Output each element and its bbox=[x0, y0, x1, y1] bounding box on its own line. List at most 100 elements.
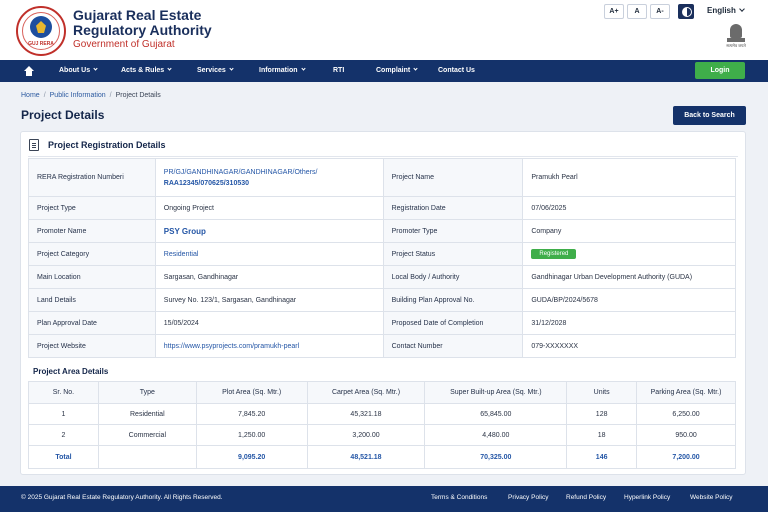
plan-approval-no-value: GUDA/BP/2024/5678 bbox=[522, 288, 736, 312]
table-row: Main Location Sargasan, Gandhinagar Loca… bbox=[28, 265, 736, 289]
total-plot-area: 9,095.20 bbox=[195, 445, 308, 469]
promoter-name-label: Promoter Name bbox=[28, 219, 156, 243]
font-increase-button[interactable]: A+ bbox=[604, 4, 624, 19]
rera-number-line1[interactable]: PR/GJ/GANDHINAGAR/GANDHINAGAR/Others/ bbox=[164, 169, 375, 176]
table-header-row: Sr. No. Type Plot Area (Sq. Mtr.) Carpet… bbox=[28, 381, 736, 404]
table-cell: 1,250.00 bbox=[195, 424, 308, 446]
nav-information[interactable]: Information bbox=[259, 60, 306, 82]
language-selector[interactable]: English bbox=[707, 6, 745, 15]
promoter-type-value: Company bbox=[522, 219, 736, 243]
breadcrumb-home[interactable]: Home bbox=[21, 92, 40, 99]
document-icon bbox=[29, 139, 39, 151]
project-type-value: Ongoing Project bbox=[154, 196, 384, 220]
back-to-search-button[interactable]: Back to Search bbox=[673, 106, 746, 125]
site-title-line1: Gujarat Real Estate bbox=[73, 7, 202, 23]
nav-acts-rules[interactable]: Acts & Rules bbox=[121, 60, 172, 82]
chevron-down-icon bbox=[93, 66, 98, 71]
table-row: Project Category Residential Project Sta… bbox=[28, 242, 736, 266]
project-website-value: https://www.psyprojects.com/pramukh-pear… bbox=[154, 334, 384, 358]
project-name-label: Project Name bbox=[382, 158, 524, 197]
login-button[interactable]: Login bbox=[695, 62, 745, 79]
table-cell: 7,845.20 bbox=[195, 403, 308, 425]
column-header: Super Built-up Area (Sq. Mtr.) bbox=[424, 381, 568, 404]
column-header: Parking Area (Sq. Mtr.) bbox=[636, 381, 736, 404]
promoter-name-value: PSY Group bbox=[154, 219, 384, 243]
logo-text: GUJ RERA bbox=[28, 41, 54, 47]
contrast-toggle-icon[interactable] bbox=[678, 4, 694, 19]
chevron-down-icon bbox=[413, 66, 418, 71]
table-cell: 45,321.18 bbox=[306, 403, 426, 425]
breadcrumb: Home / Public Information / Project Details bbox=[21, 92, 161, 99]
site-title-line2: Regulatory Authority bbox=[73, 22, 212, 38]
main-location-label: Main Location bbox=[28, 265, 156, 289]
nav-about-us[interactable]: About Us bbox=[59, 60, 98, 82]
registration-date-value: 07/06/2025 bbox=[522, 196, 736, 220]
nav-complaint[interactable]: Complaint bbox=[376, 60, 418, 82]
footer-link-terms[interactable]: Terms & Conditions bbox=[431, 494, 487, 501]
table-cell bbox=[97, 445, 197, 469]
project-name-value: Pramukh Pearl bbox=[522, 158, 736, 197]
breadcrumb-public-information[interactable]: Public Information bbox=[50, 92, 106, 99]
site-subtitle: Government of Gujarat bbox=[73, 39, 175, 50]
completion-date-label: Proposed Date of Completion bbox=[382, 311, 524, 335]
promoter-type-label: Promoter Type bbox=[382, 219, 524, 243]
project-website-link[interactable]: https://www.psyprojects.com/pramukh-pear… bbox=[164, 343, 299, 350]
column-header: Carpet Area (Sq. Mtr.) bbox=[306, 381, 426, 404]
nav-contact-us[interactable]: Contact Us bbox=[438, 60, 475, 82]
registration-date-label: Registration Date bbox=[382, 196, 524, 220]
project-status-label: Project Status bbox=[382, 242, 524, 266]
footer-link-privacy[interactable]: Privacy Policy bbox=[508, 494, 548, 501]
main-location-value: Sargasan, Gandhinagar bbox=[154, 265, 384, 289]
breadcrumb-current: Project Details bbox=[115, 92, 161, 99]
table-cell: Residential bbox=[97, 403, 197, 425]
local-body-value: Gandhinagar Urban Development Authority … bbox=[522, 265, 736, 289]
breadcrumb-separator: / bbox=[109, 92, 112, 99]
area-section-title: Project Area Details bbox=[33, 367, 109, 376]
total-row: Total 9,095.20 48,521.18 70,325.00 146 7… bbox=[28, 445, 736, 469]
project-category-label: Project Category bbox=[28, 242, 156, 266]
nav-label: Contact Us bbox=[438, 67, 475, 74]
table-row: Plan Approval Date 15/05/2024 Proposed D… bbox=[28, 311, 736, 335]
site-footer: © 2025 Gujarat Real Estate Regulatory Au… bbox=[0, 486, 768, 512]
chevron-down-icon bbox=[300, 66, 306, 71]
nav-services[interactable]: Services bbox=[197, 60, 234, 82]
status-badge: Registered bbox=[531, 249, 577, 259]
total-super-builtup-area: 70,325.00 bbox=[424, 445, 568, 469]
contact-number-label: Contact Number bbox=[382, 334, 524, 358]
rera-number-line2[interactable]: RAA12345/070625/310530 bbox=[164, 180, 375, 187]
footer-link-hyperlink[interactable]: Hyperlink Policy bbox=[624, 494, 670, 501]
chevron-down-icon bbox=[739, 6, 745, 12]
table-row: 1 Residential 7,845.20 45,321.18 65,845.… bbox=[28, 403, 736, 425]
nav-label: Acts & Rules bbox=[121, 67, 165, 74]
home-icon[interactable] bbox=[24, 66, 34, 76]
language-label: English bbox=[707, 6, 736, 15]
contact-number-value: 079-XXXXXXX bbox=[522, 334, 736, 358]
table-cell: 65,845.00 bbox=[424, 403, 568, 425]
table-cell: 1 bbox=[28, 403, 99, 425]
font-decrease-button[interactable]: A- bbox=[650, 4, 670, 19]
emblem-lions bbox=[730, 24, 742, 38]
table-row: RERA Registration Numberi PR/GJ/GANDHINA… bbox=[28, 158, 736, 197]
land-details-value: Survey No. 123/1, Sargasan, Gandhinagar bbox=[154, 288, 384, 312]
registration-section-title: Project Registration Details bbox=[48, 140, 166, 150]
nav-rti[interactable]: RTI bbox=[333, 60, 344, 82]
promoter-name-link[interactable]: PSY Group bbox=[164, 227, 206, 236]
rera-number-label: RERA Registration Numberi bbox=[28, 158, 156, 197]
project-website-label: Project Website bbox=[28, 334, 156, 358]
footer-link-refund[interactable]: Refund Policy bbox=[566, 494, 606, 501]
table-cell: 3,200.00 bbox=[306, 424, 426, 446]
font-reset-button[interactable]: A bbox=[627, 4, 647, 19]
site-header: GUJ RERA Gujarat Real Estate Regulatory … bbox=[0, 0, 768, 60]
project-status-value: Registered bbox=[522, 242, 736, 266]
land-details-label: Land Details bbox=[28, 288, 156, 312]
page-title: Project Details bbox=[21, 108, 105, 122]
project-category-link[interactable]: Residential bbox=[164, 251, 199, 258]
gujrera-logo[interactable]: GUJ RERA bbox=[16, 6, 66, 56]
project-type-label: Project Type bbox=[28, 196, 156, 220]
plan-approval-date-value: 15/05/2024 bbox=[154, 311, 384, 335]
table-cell: 950.00 bbox=[636, 424, 736, 446]
nav-label: Services bbox=[197, 67, 226, 74]
footer-link-website[interactable]: Website Policy bbox=[690, 494, 733, 501]
nav-label: RTI bbox=[333, 67, 345, 74]
nav-label: Information bbox=[259, 67, 298, 74]
